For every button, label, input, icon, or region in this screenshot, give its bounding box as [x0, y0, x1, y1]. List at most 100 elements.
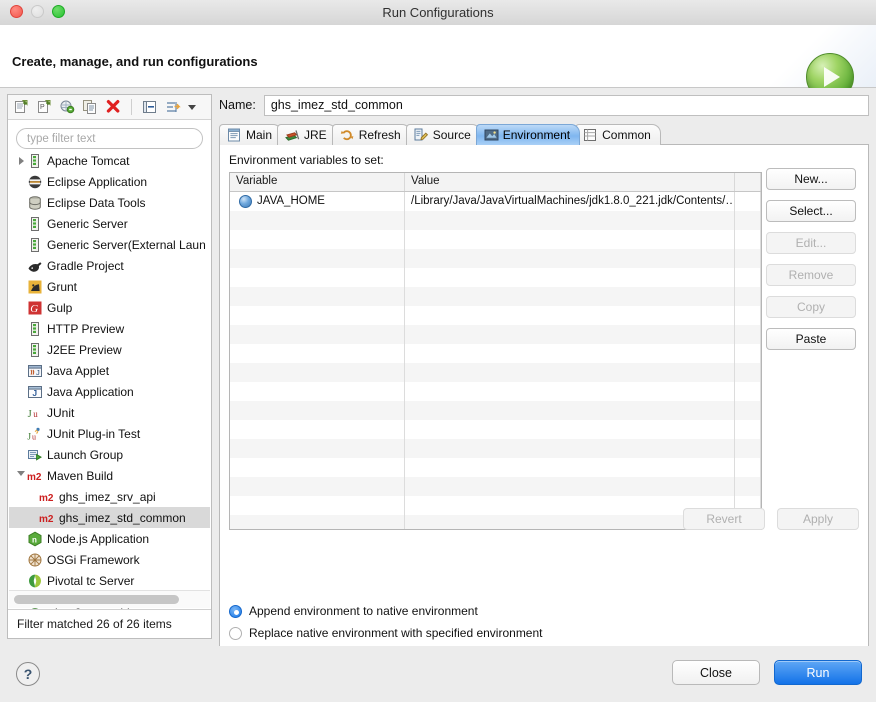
configurations-tree[interactable]: Apache Tomcat Eclipse Application Eclipse … — [9, 150, 210, 610]
column-header-variable[interactable]: Variable — [230, 173, 405, 191]
tree-item-junit-plug-in-test[interactable]: Ju JUnit Plug-in Test — [9, 423, 210, 444]
search-input[interactable] — [16, 128, 203, 149]
grunt-icon — [27, 279, 43, 295]
tab-label: Refresh — [358, 128, 401, 142]
server-icon — [27, 321, 43, 337]
tree-item-eclipse-application[interactable]: Eclipse Application — [9, 171, 210, 192]
tree-item-node-js-application[interactable]: n Node.js Application — [9, 528, 210, 549]
tree-item-gradle-project[interactable]: Gradle Project — [9, 255, 210, 276]
table-row-empty[interactable] — [230, 230, 761, 249]
select-button[interactable]: Select... — [766, 200, 856, 222]
table-row-empty[interactable] — [230, 268, 761, 287]
tree-item-label: J2EE Preview — [47, 342, 122, 357]
tree-item-generic-server[interactable]: Generic Server — [9, 213, 210, 234]
table-row-empty[interactable] — [230, 420, 761, 439]
table-row-empty[interactable] — [230, 325, 761, 344]
cell-variable — [230, 439, 405, 458]
gradle-icon — [27, 258, 43, 274]
tree-item-ghs-imez-std-common[interactable]: m2 ghs_imez_std_common — [9, 507, 210, 528]
zoom-button[interactable] — [52, 5, 65, 18]
tab-source[interactable]: Source — [405, 124, 481, 145]
column-header-value[interactable]: Value — [405, 173, 735, 191]
collapse-all-icon[interactable] — [142, 99, 158, 115]
table-row-empty[interactable] — [230, 515, 761, 529]
run-button[interactable]: Run — [774, 660, 862, 685]
tab-environment[interactable]: Environment — [475, 124, 581, 145]
help-icon[interactable]: ? — [16, 662, 40, 686]
tree-item-junit[interactable]: Ju JUnit — [9, 402, 210, 423]
tree-item-grunt[interactable]: Grunt — [9, 276, 210, 297]
table-row-empty[interactable] — [230, 477, 761, 496]
delete-icon[interactable] — [105, 99, 121, 115]
cell-value — [405, 363, 735, 382]
eclipse-icon — [27, 174, 43, 190]
tree-item-eclipse-data-tools[interactable]: Eclipse Data Tools — [9, 192, 210, 213]
table-row-empty[interactable] — [230, 211, 761, 230]
footer-buttons: Close Run — [672, 660, 862, 685]
radio-label: Append environment to native environment — [249, 604, 478, 618]
new-prototype-icon[interactable]: P — [36, 99, 52, 115]
java-applet-icon: J — [27, 363, 43, 379]
tree-item-java-applet[interactable]: J Java Applet — [9, 360, 210, 381]
new-button[interactable]: New... — [766, 168, 856, 190]
new-configuration-icon[interactable] — [13, 99, 29, 115]
table-row-empty[interactable] — [230, 439, 761, 458]
environment-mode-radios: Append environment to native environment… — [229, 600, 543, 644]
cell-value — [405, 382, 735, 401]
tab-common[interactable]: Common — [575, 124, 661, 145]
tree-item-ghs-imez-srv-api[interactable]: m2 ghs_imez_srv_api — [9, 486, 210, 507]
chevron-down-icon[interactable] — [188, 104, 196, 110]
paste-button[interactable]: Paste — [766, 328, 856, 350]
tree-item-http-preview[interactable]: HTTP Preview — [9, 318, 210, 339]
tree-item-label: Generic Server(External Laun — [47, 237, 206, 252]
table-row-empty[interactable] — [230, 363, 761, 382]
tree-item-apache-tomcat[interactable]: Apache Tomcat — [9, 150, 210, 171]
duplicate-icon[interactable] — [82, 99, 98, 115]
tree-item-gulp[interactable]: G Gulp — [9, 297, 210, 318]
radio-indicator[interactable] — [229, 604, 242, 618]
tab-refresh[interactable]: Refresh — [331, 124, 411, 145]
tree-item-label: Launch Group — [47, 447, 124, 462]
tab-jre[interactable]: JRE — [277, 124, 337, 145]
cell-value — [405, 477, 735, 496]
table-row-empty[interactable] — [230, 496, 761, 515]
tree-item-maven-build[interactable]: m2 Maven Build — [9, 465, 210, 486]
radio-append-environment[interactable]: Append environment to native environment — [229, 600, 543, 622]
tab-label: Main — [246, 128, 273, 142]
table-body: JAVA_HOME/Library/Java/JavaVirtualMachin… — [230, 192, 761, 529]
radio-replace-environment[interactable]: Replace native environment with specifie… — [229, 622, 543, 644]
chevron-down-icon[interactable] — [15, 469, 27, 483]
column-header-extra[interactable] — [735, 173, 761, 191]
tree-item-generic-server-external-laun[interactable]: Generic Server(External Laun — [9, 234, 210, 255]
table-row-empty[interactable] — [230, 306, 761, 325]
name-label: Name: — [219, 98, 256, 112]
cell-extra — [735, 192, 761, 211]
close-button[interactable] — [10, 5, 23, 18]
environment-variables-table[interactable]: Variable Value JAVA_HOME/Library/Java/Ja… — [229, 172, 762, 530]
table-row-empty[interactable] — [230, 382, 761, 401]
dialog-header: Create, manage, and run configurations — [0, 25, 876, 101]
filter-icon[interactable] — [165, 99, 181, 115]
chevron-right-icon[interactable] — [15, 154, 27, 168]
tree-item-osgi-framework[interactable]: OSGi Framework — [9, 549, 210, 570]
svg-text:J: J — [27, 432, 31, 442]
table-row-empty[interactable] — [230, 401, 761, 420]
minimize-button[interactable] — [31, 5, 44, 18]
tree-item-label: ghs_imez_std_common — [59, 510, 186, 525]
scrollbar-thumb[interactable] — [14, 595, 179, 604]
tree-item-launch-group[interactable]: Launch Group — [9, 444, 210, 465]
table-row-empty[interactable] — [230, 287, 761, 306]
close-button[interactable]: Close — [672, 660, 760, 685]
table-row-empty[interactable] — [230, 344, 761, 363]
table-row[interactable]: JAVA_HOME/Library/Java/JavaVirtualMachin… — [230, 192, 761, 211]
tab-main[interactable]: Main — [219, 124, 283, 145]
tree-item-java-application[interactable]: J Java Application — [9, 381, 210, 402]
tree-horizontal-scrollbar[interactable] — [9, 590, 210, 608]
radio-indicator[interactable] — [229, 626, 242, 640]
table-row-empty[interactable] — [230, 249, 761, 268]
tree-item-j2ee-preview[interactable]: J2EE Preview — [9, 339, 210, 360]
tree-item-pivotal-tc-server[interactable]: Pivotal tc Server — [9, 570, 210, 591]
export-configuration-icon[interactable] — [59, 99, 75, 115]
name-input[interactable] — [263, 94, 869, 116]
table-row-empty[interactable] — [230, 458, 761, 477]
